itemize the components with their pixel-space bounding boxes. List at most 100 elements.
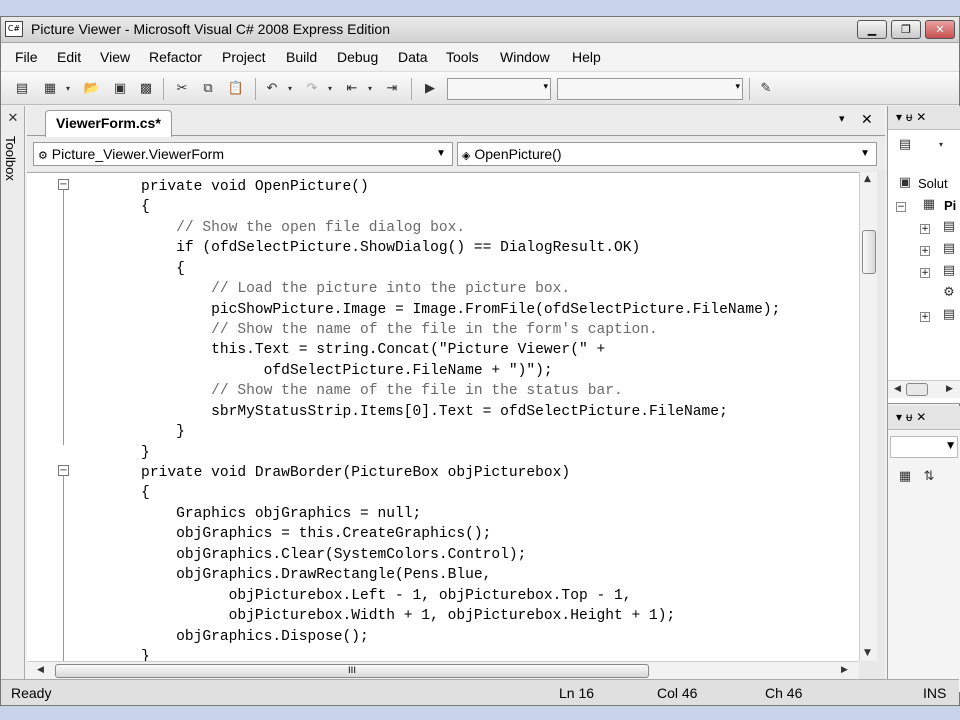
cut-icon[interactable]: ✂ (173, 80, 191, 98)
scroll-up-icon[interactable]: ▲ (864, 174, 871, 184)
code-line: Graphics objGraphics = null; (71, 506, 422, 522)
status-column: Col 46 (657, 685, 698, 701)
undo-icon[interactable]: ↶ (263, 80, 281, 98)
navigate-forward-icon[interactable]: ⇥ (383, 80, 401, 98)
code-line: objPicturebox.Width + 1, objPicturebox.H… (71, 608, 676, 624)
find-combo[interactable]: ▾ (557, 78, 743, 100)
code-line: { (71, 199, 150, 215)
chevron-down-icon[interactable]: ▾ (936, 136, 946, 154)
alphabetical-sort-icon[interactable]: ⇅ (920, 468, 938, 486)
collapse-icon[interactable]: − (58, 179, 69, 190)
ide-window: C# Picture Viewer - Microsoft Visual C# … (0, 16, 960, 706)
file-icon: ▤ (942, 263, 956, 278)
paste-icon[interactable]: 📋 (227, 80, 245, 98)
solution-explorer: ▾ ᵾ ✕ ▤ ▾ ▣ Solut − ▦ Pi + ▤ + ▤ + ▤ ⚙ +… (888, 106, 960, 404)
status-ready: Ready (11, 685, 52, 701)
panel-pin-controls[interactable]: ▾ ᵾ ✕ (896, 410, 926, 424)
redo-icon[interactable]: ↷ (303, 80, 321, 98)
navigate-backward-icon[interactable]: ⇤ (343, 80, 361, 98)
expand-icon[interactable]: + (920, 246, 930, 256)
vertical-scrollbar[interactable]: ▲ ▼ (859, 172, 877, 661)
solution-configuration-combo[interactable]: ▾ (447, 78, 551, 100)
horizontal-scroll-thumb[interactable]: III (55, 664, 649, 678)
close-button[interactable]: ✕ (925, 20, 955, 39)
tree-item-solution[interactable]: Solut (918, 176, 948, 191)
file-icon: ⚙ (943, 285, 955, 300)
horizontal-scrollbar[interactable]: ◀ III ▶ (27, 661, 859, 679)
add-item-icon[interactable]: ▦ (41, 80, 59, 98)
solution-icon: ▣ (898, 175, 912, 190)
class-combo-value: Picture_Viewer.ViewerForm (51, 146, 224, 162)
menu-tools[interactable]: Tools (446, 49, 479, 65)
properties-icon[interactable]: ▤ (896, 136, 914, 154)
menu-data[interactable]: Data (398, 49, 428, 65)
class-combo[interactable]: ⚙ Picture_Viewer.ViewerForm ▼ (33, 142, 453, 166)
undo-dropdown-icon[interactable]: ▾ (285, 80, 295, 98)
expand-icon[interactable]: + (920, 224, 930, 234)
save-all-icon[interactable]: ▩ (137, 80, 155, 98)
outline-line (63, 473, 64, 661)
status-bar: Ready Ln 16 Col 46 Ch 46 INS (1, 679, 959, 705)
code-editor-pane: ViewerForm.cs* ▾ ✕ ⚙ Picture_Viewer.View… (27, 106, 885, 692)
toolbox-strip[interactable]: ✕ Toolbox (1, 106, 25, 692)
code-line: objGraphics.Dispose(); (71, 629, 369, 645)
scroll-left-icon[interactable]: ◀ (894, 384, 901, 394)
copy-icon[interactable]: ⧉ (199, 80, 217, 98)
open-file-icon[interactable]: 📂 (83, 80, 101, 98)
document-tab-row: ViewerForm.cs* ▾ ✕ (27, 106, 885, 137)
class-icon: ⚙ (38, 150, 48, 162)
toolbox-label[interactable]: Toolbox (3, 136, 18, 181)
save-icon[interactable]: ▣ (111, 80, 129, 98)
code-line: picShowPicture.Image = Image.FromFile(of… (71, 302, 781, 318)
start-debugging-icon[interactable]: ▶ (421, 80, 439, 98)
code-line: } (71, 424, 185, 440)
toolbar-separator (411, 78, 412, 100)
expand-icon[interactable]: − (896, 202, 906, 212)
expand-icon[interactable]: + (920, 312, 930, 322)
menu-file[interactable]: File (15, 49, 38, 65)
collapse-icon[interactable]: − (58, 465, 69, 476)
code-line: private void DrawBorder(PictureBox objPi… (71, 465, 571, 481)
menu-edit[interactable]: Edit (57, 49, 81, 65)
chevron-down-icon: ▾ (735, 82, 740, 92)
file-icon: ▤ (942, 307, 956, 322)
panel-pin-controls[interactable]: ▾ ᵾ ✕ (896, 110, 926, 124)
menu-refactor[interactable]: Refactor (149, 49, 202, 65)
vertical-scroll-thumb[interactable] (862, 230, 876, 274)
scroll-left-icon[interactable]: ◀ (37, 665, 44, 675)
menu-debug[interactable]: Debug (337, 49, 378, 65)
menu-view[interactable]: View (100, 49, 130, 65)
navigate-dropdown-icon[interactable]: ▾ (365, 80, 375, 98)
solution-explorer-hscrollbar[interactable]: ◀ ▶ (888, 380, 960, 398)
solution-explorer-header: ▾ ᵾ ✕ (888, 106, 960, 130)
add-item-dropdown-icon[interactable]: ▾ (63, 80, 73, 98)
scroll-right-icon[interactable]: ▶ (946, 384, 953, 394)
right-dock-panel: ▾ ᵾ ✕ ▤ ▾ ▣ Solut − ▦ Pi + ▤ + ▤ + ▤ ⚙ +… (887, 106, 960, 692)
code-line: this.Text = string.Concat("Picture Viewe… (71, 342, 606, 358)
minimize-button[interactable]: ▁ (857, 20, 887, 39)
menu-window[interactable]: Window (500, 49, 550, 65)
tab-list-dropdown-icon[interactable]: ▾ (839, 112, 845, 125)
expand-icon[interactable]: + (920, 268, 930, 278)
scroll-thumb[interactable] (906, 383, 928, 396)
categorized-icon[interactable]: ▦ (896, 468, 914, 486)
code-line: sbrMyStatusStrip.Items[0].Text = ofdSele… (71, 404, 728, 420)
tree-item-project[interactable]: Pi (944, 198, 956, 213)
tab-viewerform-cs[interactable]: ViewerForm.cs* (45, 110, 172, 137)
close-document-icon[interactable]: ✕ (861, 112, 873, 128)
restore-button[interactable]: ❐ (891, 20, 921, 39)
redo-dropdown-icon[interactable]: ▾ (325, 80, 335, 98)
toolbar-separator (255, 78, 256, 100)
object-selector-combo[interactable]: ▼ (890, 436, 958, 458)
status-char: Ch 46 (765, 685, 803, 701)
scroll-down-icon[interactable]: ▼ (864, 648, 871, 658)
menu-bar: File Edit View Refactor Project Build De… (1, 44, 959, 70)
member-combo[interactable]: ◈ OpenPicture() ▼ (457, 142, 877, 166)
menu-project[interactable]: Project (222, 49, 266, 65)
menu-help[interactable]: Help (572, 49, 601, 65)
properties-window-icon[interactable]: ✎ (757, 80, 775, 98)
scroll-right-icon[interactable]: ▶ (841, 665, 848, 675)
menu-build[interactable]: Build (286, 49, 317, 65)
new-project-icon[interactable]: ▤ (13, 80, 31, 98)
code-area[interactable]: − − private void OpenPicture() { // Show… (27, 172, 859, 661)
